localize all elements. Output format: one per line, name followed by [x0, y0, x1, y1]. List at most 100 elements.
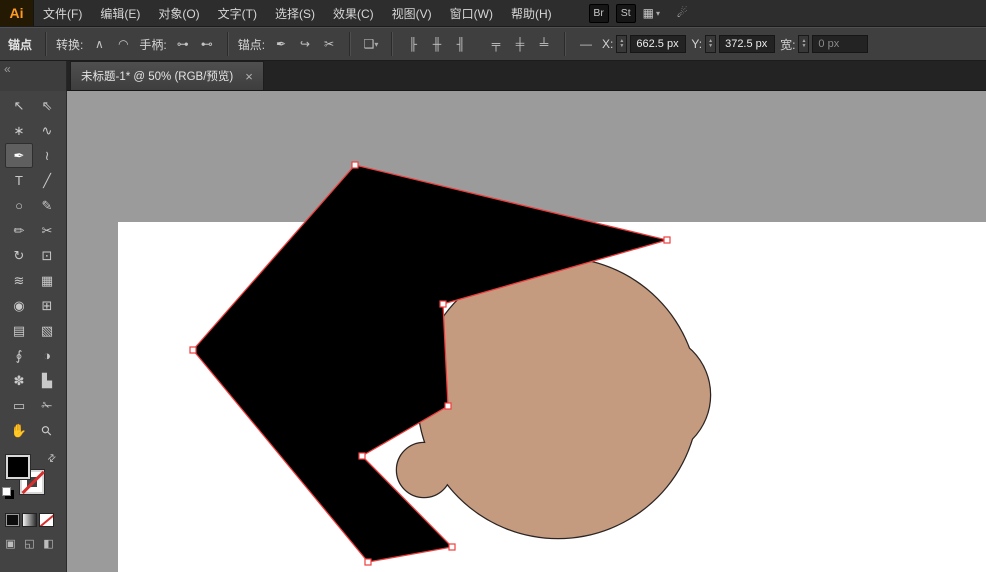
- selection-tool[interactable]: ↖: [5, 93, 33, 118]
- menu-right-tray: Br St ▦ ▾ ☄: [589, 4, 688, 23]
- stepper-down-icon: ▼: [801, 44, 806, 49]
- none-button[interactable]: [39, 513, 54, 527]
- handle-label: 手柄:: [139, 36, 166, 53]
- rotate-icon: ↻: [14, 248, 25, 264]
- curvature-icon: ≀: [45, 148, 50, 164]
- symbol-sprayer-tool[interactable]: ✽: [5, 368, 33, 393]
- menu-item-6[interactable]: 效果(C): [324, 0, 383, 26]
- remove-anchor-icon[interactable]: ✒: [270, 33, 292, 55]
- share-icon[interactable]: ☄: [677, 6, 688, 20]
- swap-fill-stroke-icon[interactable]: ⇄: [45, 452, 59, 466]
- menu-item-3[interactable]: 对象(O): [149, 0, 208, 26]
- collapse-panel-icon[interactable]: «: [4, 62, 11, 76]
- paintbrush-tool[interactable]: ✎: [33, 193, 61, 218]
- context-title: 锚点: [8, 36, 32, 53]
- stepper-down-icon: ▼: [708, 44, 713, 49]
- draw-normal-button[interactable]: ▣: [3, 537, 18, 550]
- isolate-object-button[interactable]: ❑ ▾: [360, 33, 382, 55]
- lasso-tool[interactable]: ∿: [33, 118, 61, 143]
- scissors-icon: ✂: [42, 223, 53, 239]
- menu-item-2[interactable]: 编辑(E): [91, 0, 149, 26]
- cut-path-icon[interactable]: ✂: [318, 33, 340, 55]
- screen-mode-button[interactable]: ◧: [41, 537, 56, 550]
- ellipse-tool[interactable]: ○: [5, 193, 33, 218]
- x-stepper[interactable]: ▲ ▼: [616, 35, 627, 53]
- tab-close-icon[interactable]: ×: [245, 69, 253, 84]
- column-graph-tool[interactable]: ▙: [33, 368, 61, 393]
- connect-path-icon[interactable]: ↪: [294, 33, 316, 55]
- align-right-icon[interactable]: ╢: [450, 33, 472, 55]
- menu-item-4[interactable]: 文字(T): [209, 0, 266, 26]
- x-field-group: X: ▲ ▼ 662.5 px: [602, 35, 686, 53]
- width-stepper[interactable]: ▲ ▼: [798, 35, 809, 53]
- menu-item-9[interactable]: 帮助(H): [502, 0, 561, 26]
- align-top-icon[interactable]: ╤: [485, 33, 507, 55]
- slice-tool[interactable]: ✁: [33, 393, 61, 418]
- shape-builder-tool[interactable]: ◉: [5, 293, 33, 318]
- stock-button[interactable]: St: [616, 4, 636, 23]
- pen-tool[interactable]: ✒: [5, 143, 33, 168]
- perspective-grid-tool[interactable]: ⊞: [33, 293, 61, 318]
- gradient-button[interactable]: [22, 513, 37, 527]
- anchor-point[interactable]: [445, 403, 451, 409]
- direct-selection-icon: ⇖: [42, 98, 53, 114]
- document-tab[interactable]: 未标题-1* @ 50% (RGB/预览) ×: [70, 61, 264, 90]
- arrange-documents-button[interactable]: ▦ ▾: [643, 6, 660, 20]
- anchor-point[interactable]: [440, 301, 446, 307]
- y-input[interactable]: 372.5 px: [719, 35, 775, 53]
- x-input[interactable]: 662.5 px: [630, 35, 686, 53]
- convert-to-corner-icon[interactable]: ∧: [88, 33, 110, 55]
- y-stepper[interactable]: ▲ ▼: [705, 35, 716, 53]
- type-tool[interactable]: T: [5, 168, 33, 193]
- artboard-tool[interactable]: ▭: [5, 393, 33, 418]
- hide-handles-icon[interactable]: ⊷: [196, 33, 218, 55]
- menu-item-5[interactable]: 选择(S): [266, 0, 324, 26]
- menu-item-8[interactable]: 窗口(W): [441, 0, 502, 26]
- width-tool[interactable]: ≋: [5, 268, 33, 293]
- menu-item-7[interactable]: 视图(V): [383, 0, 441, 26]
- convert-to-smooth-icon[interactable]: ◠: [112, 33, 134, 55]
- show-handles-icon[interactable]: ⊶: [172, 33, 194, 55]
- bridge-button[interactable]: Br: [589, 4, 609, 23]
- default-fill-stroke-icon[interactable]: [2, 487, 11, 496]
- fill-color-swatch[interactable]: [6, 455, 30, 479]
- rotate-tool[interactable]: ↻: [5, 243, 33, 268]
- hand-tool[interactable]: ✋: [5, 418, 33, 443]
- direct-selection-tool[interactable]: ⇖: [33, 93, 61, 118]
- color-type-buttons: [5, 513, 54, 527]
- align-bottom-icon[interactable]: ╧: [533, 33, 555, 55]
- align-left-icon[interactable]: ╟: [402, 33, 424, 55]
- color-button[interactable]: [5, 513, 20, 527]
- canvas-area[interactable]: [67, 91, 986, 572]
- tool-panel-header: «: [0, 61, 67, 91]
- gradient-tool[interactable]: ▧: [33, 318, 61, 343]
- pencil-tool[interactable]: ✏: [5, 218, 33, 243]
- draw-behind-button[interactable]: ◱: [22, 537, 37, 550]
- align-middle-icon[interactable]: ╪: [509, 33, 531, 55]
- artwork-canvas[interactable]: [67, 91, 986, 572]
- anchor-point[interactable]: [365, 559, 371, 565]
- head-shape[interactable]: [586, 333, 710, 457]
- reference-point-icon[interactable]: —: [575, 33, 597, 55]
- line-segment-tool[interactable]: ╱: [33, 168, 61, 193]
- width-input[interactable]: 0 px: [812, 35, 868, 53]
- magic-wand-tool[interactable]: ∗: [5, 118, 33, 143]
- anchor-point[interactable]: [352, 162, 358, 168]
- scale-tool[interactable]: ⊡: [33, 243, 61, 268]
- anchor-point[interactable]: [190, 347, 196, 353]
- distribute-group: ╤╪╧: [485, 33, 555, 55]
- scissors-tool[interactable]: ✂: [33, 218, 61, 243]
- free-transform-tool[interactable]: ▦: [33, 268, 61, 293]
- anchor-point[interactable]: [359, 453, 365, 459]
- menu-item-1[interactable]: 文件(F): [34, 0, 91, 26]
- anchor-point[interactable]: [449, 544, 455, 550]
- mesh-tool[interactable]: ▤: [5, 318, 33, 343]
- eyedropper-tool[interactable]: ∮: [5, 343, 33, 368]
- head-shape[interactable]: [397, 443, 451, 497]
- blend-tool[interactable]: ◑: [33, 343, 61, 368]
- zoom-tool[interactable]: ⚲: [33, 418, 61, 443]
- x-label: X:: [602, 37, 613, 51]
- align-center-icon[interactable]: ╫: [426, 33, 448, 55]
- curvature-tool[interactable]: ≀: [33, 143, 61, 168]
- anchor-point[interactable]: [664, 237, 670, 243]
